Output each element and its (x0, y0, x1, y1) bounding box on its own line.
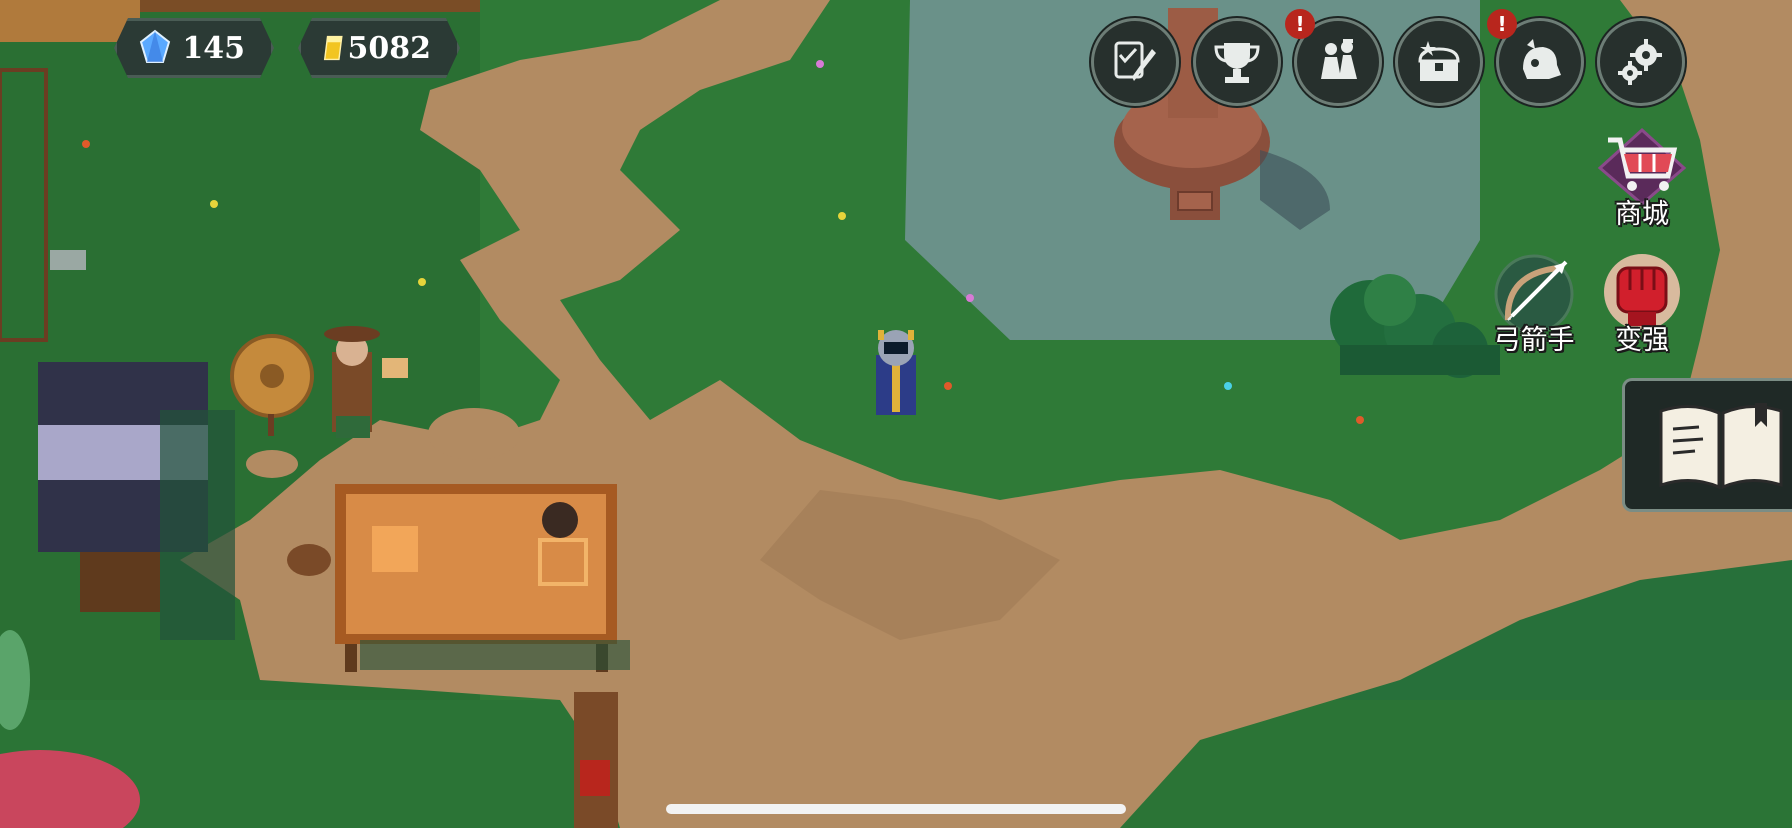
gold-bar-icon (319, 28, 348, 68)
gold-count: 5082 (347, 30, 431, 66)
trophy-icon (1214, 43, 1260, 83)
gold-counter[interactable]: 5082 (298, 18, 460, 78)
blue-crystal-icon (135, 28, 175, 68)
archer-button[interactable]: 弓箭手 (1484, 250, 1584, 357)
game-viewport[interactable]: 145 5082 ! ! 商城 弓箭手 变强 (0, 0, 1792, 828)
player-character (876, 330, 916, 415)
settings-button[interactable] (1597, 18, 1685, 106)
archer-label: 弓箭手 (1493, 325, 1575, 356)
pet-button[interactable]: ! (1487, 9, 1584, 106)
treasure-chest-icon (1418, 41, 1460, 81)
gem-count: 145 (182, 30, 245, 66)
alert-badge: ! (1285, 9, 1315, 39)
gem-counter[interactable]: 145 (114, 18, 274, 78)
shop-button[interactable]: 商城 (1592, 124, 1692, 231)
trophy-button[interactable] (1193, 18, 1281, 106)
game-world (0, 0, 1792, 828)
gear-icon (1618, 39, 1662, 85)
upgrade-button[interactable]: 变强 (1592, 250, 1692, 357)
heroes-icon (1321, 39, 1357, 79)
upgrade-label: 变强 (1615, 325, 1669, 356)
journal-button[interactable] (1622, 378, 1792, 512)
alert-badge: ! (1487, 9, 1517, 39)
characters-button[interactable]: ! (1285, 9, 1382, 106)
quest-button[interactable] (1091, 18, 1179, 106)
home-indicator[interactable] (666, 804, 1126, 814)
shop-label: 商城 (1615, 199, 1669, 230)
helmet-beast-icon (1523, 39, 1561, 79)
checklist-quill-icon (1114, 41, 1156, 81)
treasure-button[interactable] (1395, 18, 1483, 106)
open-book-icon (1659, 403, 1783, 490)
